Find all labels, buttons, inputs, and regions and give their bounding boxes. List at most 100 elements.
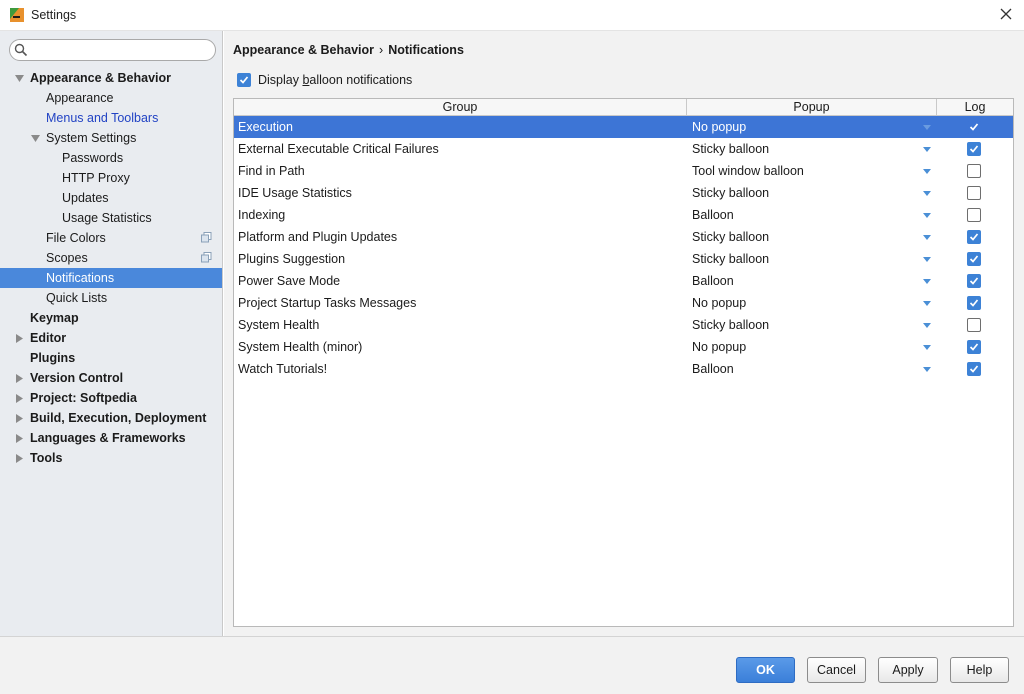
search-input[interactable] <box>32 42 210 58</box>
table-row[interactable]: Power Save Mode Balloon <box>234 270 1013 292</box>
dropdown-arrow-icon[interactable] <box>923 323 931 328</box>
dialog-footer: OK Cancel Apply Help <box>0 636 1024 694</box>
close-icon[interactable] <box>998 6 1014 22</box>
check-icon <box>969 233 979 241</box>
sidebar-item-scopes[interactable]: Scopes <box>0 248 222 268</box>
table-row[interactable]: Find in Path Tool window balloon <box>234 160 1013 182</box>
table-row[interactable]: Platform and Plugin Updates Sticky balloo… <box>234 226 1013 248</box>
sidebar-item-system-settings[interactable]: System Settings <box>0 128 222 148</box>
table-row[interactable]: System Health Sticky balloon <box>234 314 1013 336</box>
popup-select[interactable]: No popup <box>692 116 746 138</box>
popup-select[interactable]: Tool window balloon <box>692 160 804 182</box>
sidebar-item-plugins[interactable]: Plugins <box>0 348 222 368</box>
log-checkbox[interactable] <box>967 230 981 244</box>
sidebar-item-label: Notifications <box>46 271 115 285</box>
log-checkbox[interactable] <box>967 274 981 288</box>
table-row[interactable]: Plugins Suggestion Sticky balloon <box>234 248 1013 270</box>
breadcrumb-current: Notifications <box>388 43 464 57</box>
table-row[interactable]: Indexing Balloon <box>234 204 1013 226</box>
sidebar-item-updates[interactable]: Updates <box>0 188 222 208</box>
sidebar-item-languages-frameworks[interactable]: Languages & Frameworks <box>0 428 222 448</box>
sidebar-item-file-colors[interactable]: File Colors <box>0 228 222 248</box>
sidebar-item-appearance-behavior[interactable]: Appearance & Behavior <box>0 68 222 88</box>
dropdown-arrow-icon[interactable] <box>923 345 931 350</box>
dropdown-arrow-icon[interactable] <box>923 257 931 262</box>
dropdown-arrow-icon[interactable] <box>923 279 931 284</box>
table-row[interactable]: External Executable Critical Failures Sti… <box>234 138 1013 160</box>
log-checkbox[interactable] <box>967 120 981 134</box>
ok-button[interactable]: OK <box>736 657 795 683</box>
column-header-popup[interactable]: Popup <box>687 99 937 116</box>
help-button[interactable]: Help <box>950 657 1009 683</box>
table-row[interactable]: System Health (minor) No popup <box>234 336 1013 358</box>
sidebar-item-menus-and-toolbars[interactable]: Menus and Toolbars <box>0 108 222 128</box>
expand-arrow-right-icon[interactable] <box>15 394 24 403</box>
sidebar-item-passwords[interactable]: Passwords <box>0 148 222 168</box>
popup-select[interactable]: Sticky balloon <box>692 138 769 160</box>
window-title: Settings <box>31 8 77 22</box>
sidebar-item-editor[interactable]: Editor <box>0 328 222 348</box>
sidebar-item-keymap[interactable]: Keymap <box>0 308 222 328</box>
log-checkbox[interactable] <box>967 318 981 332</box>
group-cell: IDE Usage Statistics <box>238 186 352 200</box>
expand-arrow-right-icon[interactable] <box>15 374 24 383</box>
popup-select[interactable]: Sticky balloon <box>692 182 769 204</box>
sidebar-item-notifications[interactable]: Notifications <box>0 268 222 288</box>
log-checkbox[interactable] <box>967 252 981 266</box>
table-row[interactable]: IDE Usage Statistics Sticky balloon <box>234 182 1013 204</box>
sidebar-item-label: Quick Lists <box>46 291 108 305</box>
popup-select[interactable]: Sticky balloon <box>692 226 769 248</box>
sidebar-item-label: Plugins <box>30 351 76 365</box>
popup-select[interactable]: No popup <box>692 292 746 314</box>
display-balloon-checkbox-row[interactable]: Display balloon notifications <box>237 73 412 87</box>
breadcrumb-parent[interactable]: Appearance & Behavior <box>233 43 374 57</box>
table-row[interactable]: Watch Tutorials! Balloon <box>234 358 1013 380</box>
sidebar-item-http-proxy[interactable]: HTTP Proxy <box>0 168 222 188</box>
popup-select[interactable]: Balloon <box>692 270 734 292</box>
log-checkbox[interactable] <box>967 186 981 200</box>
sidebar-item-appearance[interactable]: Appearance <box>0 88 222 108</box>
sidebar-item-quick-lists[interactable]: Quick Lists <box>0 288 222 308</box>
sidebar-item-project-softpedia[interactable]: Project: Softpedia <box>0 388 222 408</box>
popup-select[interactable]: Balloon <box>692 358 734 380</box>
sidebar-item-build-execution-deployment[interactable]: Build, Execution, Deployment <box>0 408 222 428</box>
expand-arrow-right-icon[interactable] <box>15 434 24 443</box>
cancel-button[interactable]: Cancel <box>807 657 866 683</box>
log-checkbox[interactable] <box>967 208 981 222</box>
table-row[interactable]: Project Startup Tasks Messages No popup <box>234 292 1013 314</box>
dropdown-arrow-icon[interactable] <box>923 191 931 196</box>
expand-arrow-down-icon[interactable] <box>31 134 40 143</box>
table-row[interactable]: Execution No popup <box>234 116 1013 138</box>
sidebar-item-label: Appearance <box>46 91 114 105</box>
popup-select[interactable]: Sticky balloon <box>692 314 769 336</box>
log-checkbox[interactable] <box>967 362 981 376</box>
column-header-group[interactable]: Group <box>234 99 687 116</box>
dropdown-arrow-icon[interactable] <box>923 235 931 240</box>
sidebar-item-version-control[interactable]: Version Control <box>0 368 222 388</box>
search-field[interactable] <box>9 39 216 61</box>
dropdown-arrow-icon[interactable] <box>923 169 931 174</box>
expand-arrow-right-icon[interactable] <box>15 454 24 463</box>
popup-select[interactable]: No popup <box>692 336 746 358</box>
log-checkbox[interactable] <box>967 142 981 156</box>
check-icon <box>969 255 979 263</box>
log-checkbox[interactable] <box>967 164 981 178</box>
expand-arrow-right-icon[interactable] <box>15 414 24 423</box>
sidebar-item-tools[interactable]: Tools <box>0 448 222 468</box>
dropdown-arrow-icon[interactable] <box>923 213 931 218</box>
dropdown-arrow-icon[interactable] <box>923 367 931 372</box>
log-checkbox[interactable] <box>967 340 981 354</box>
popup-select[interactable]: Balloon <box>692 204 734 226</box>
expand-arrow-down-icon[interactable] <box>15 74 24 83</box>
dropdown-arrow-icon[interactable] <box>923 147 931 152</box>
sidebar-item-usage-statistics[interactable]: Usage Statistics <box>0 208 222 228</box>
apply-button[interactable]: Apply <box>878 657 938 683</box>
dropdown-arrow-icon[interactable] <box>923 301 931 306</box>
column-header-log[interactable]: Log <box>937 99 1013 116</box>
display-balloon-checkbox[interactable] <box>237 73 251 87</box>
app-icon <box>10 8 24 22</box>
expand-arrow-right-icon[interactable] <box>15 334 24 343</box>
log-checkbox[interactable] <box>967 296 981 310</box>
popup-select[interactable]: Sticky balloon <box>692 248 769 270</box>
dropdown-arrow-icon[interactable] <box>923 125 931 130</box>
